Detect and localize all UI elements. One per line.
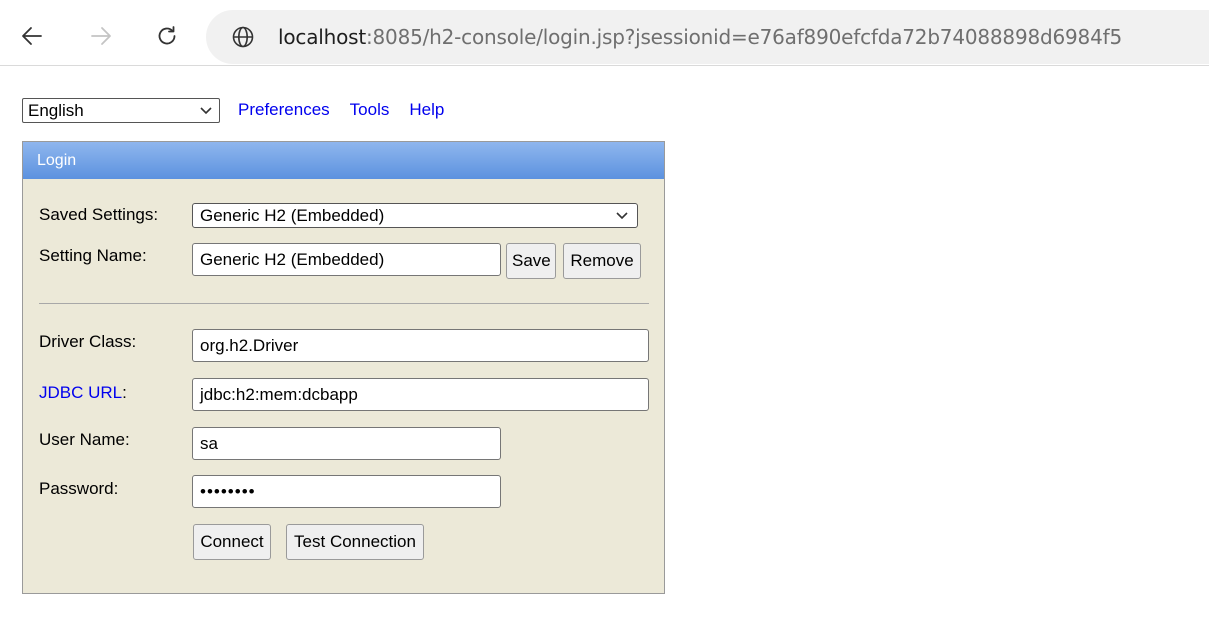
saved-settings-value: Generic H2 (Embedded) <box>200 206 385 225</box>
chevron-down-icon <box>200 106 212 114</box>
user-name-label: User Name: <box>39 430 130 449</box>
divider <box>39 303 649 304</box>
saved-settings-select[interactable]: Generic H2 (Embedded) <box>192 203 638 228</box>
language-select[interactable]: English <box>22 97 220 123</box>
tools-link[interactable]: Tools <box>350 100 390 120</box>
test-connection-button[interactable]: Test Connection <box>286 524 424 560</box>
login-title: Login <box>23 142 664 179</box>
address-url: localhost:8085/h2-console/login.jsp?jses… <box>278 10 1122 64</box>
language-value: English <box>28 100 84 120</box>
setting-name-field[interactable]: Generic H2 (Embedded) <box>192 243 501 276</box>
address-bar[interactable]: localhost:8085/h2-console/login.jsp?jses… <box>206 10 1209 64</box>
preferences-link[interactable]: Preferences <box>238 100 330 120</box>
url-path: :8085/h2-console/login.jsp?jsessionid=e7… <box>365 25 1122 49</box>
jdbc-url-colon: : <box>122 383 127 402</box>
driver-class-field[interactable]: org.h2.Driver <box>192 329 649 362</box>
arrow-left-icon <box>22 27 42 45</box>
saved-settings-label: Saved Settings: <box>39 205 159 224</box>
jdbc-url-label-wrap: JDBC URL: <box>39 383 127 403</box>
password-field[interactable]: •••••••• <box>192 475 501 508</box>
user-name-field[interactable]: sa <box>192 427 501 460</box>
save-button[interactable]: Save <box>506 243 556 279</box>
reload-icon <box>158 26 176 45</box>
forward-button[interactable] <box>86 18 116 54</box>
url-host: localhost <box>278 25 366 49</box>
arrow-right-icon <box>91 27 111 45</box>
setting-name-label: Setting Name: <box>39 246 147 265</box>
driver-class-label: Driver Class: <box>39 332 137 351</box>
password-label: Password: <box>39 479 119 498</box>
top-bar: English Preferences Tools Help <box>22 97 464 123</box>
back-button[interactable] <box>17 18 47 54</box>
globe-icon <box>232 26 254 48</box>
jdbc-url-field[interactable]: jdbc:h2:mem:dcbapp <box>192 378 649 411</box>
browser-toolbar: localhost:8085/h2-console/login.jsp?jses… <box>0 0 1209 66</box>
connect-button[interactable]: Connect <box>193 524 271 560</box>
jdbc-url-link[interactable]: JDBC URL <box>39 383 122 402</box>
remove-button[interactable]: Remove <box>563 243 641 279</box>
help-link[interactable]: Help <box>409 100 444 120</box>
chevron-down-icon <box>616 212 628 220</box>
login-panel: Login Saved Settings: Generic H2 (Embedd… <box>22 141 665 594</box>
reload-button[interactable] <box>152 18 182 54</box>
